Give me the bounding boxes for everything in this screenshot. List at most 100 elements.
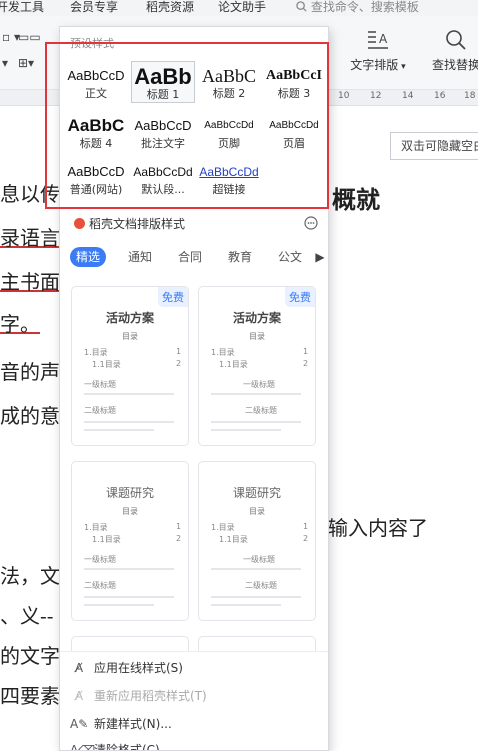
card-toc-row: 1.1目录 xyxy=(219,535,248,544)
card-title: 课题研究 xyxy=(232,486,281,500)
command-search-placeholder: 查找命令、搜索模板 xyxy=(310,0,419,14)
style-heading-4[interactable]: AaBbC 标题 4 xyxy=(64,111,128,151)
find-replace-label: 查找替换 xyxy=(431,58,478,72)
card-toc: 目录 xyxy=(122,332,138,341)
menu-docer-resources[interactable]: 稻壳资源 xyxy=(146,0,194,14)
doc-line: 音的声 xyxy=(0,360,60,384)
style-name: 普通(网站) xyxy=(69,183,123,196)
style-template-card[interactable]: 课题研究 目录 1.目录 1 1.1目录 2 一级标题 二级标题 xyxy=(71,461,189,621)
style-heading-3[interactable]: AaBbCcI 标题 3 xyxy=(262,61,326,101)
text-layout-label: 文字排版 xyxy=(350,58,399,72)
tab-contract[interactable]: 合同 xyxy=(178,247,202,267)
card-text-bar xyxy=(211,596,301,598)
card-text-bar xyxy=(211,429,281,431)
style-template-card[interactable]: 免费 活动方案 目录 1.目录 1 1.1目录 2 一级标题 二级标题 xyxy=(198,286,316,446)
card-toc-page: 2 xyxy=(176,534,182,543)
tab-featured[interactable]: 精选 xyxy=(70,247,107,267)
ruler-mark: 18 xyxy=(464,91,476,101)
tab-education[interactable]: 教育 xyxy=(228,247,252,267)
card-toc-row: 1.目录 xyxy=(211,523,235,532)
text-layout-button[interactable]: A 文字排版 ▾ xyxy=(350,28,406,73)
doc-line: 四要素 xyxy=(0,684,60,708)
card-title: 课题研究 xyxy=(105,486,154,500)
new-style-item[interactable]: A✎ 新建样式(N)... xyxy=(70,712,172,736)
doc-line: 字。 xyxy=(0,312,40,336)
clear-format-item[interactable]: A⌫清除格式(C) xyxy=(70,738,160,751)
magnifier-icon xyxy=(446,30,466,50)
doc-right-text: 输入内容了 xyxy=(328,516,428,540)
card-text-bar xyxy=(84,596,174,598)
card-text-bar xyxy=(211,393,301,395)
card-text-bar xyxy=(211,604,281,606)
card-heading-1: 一级标题 xyxy=(243,555,275,564)
text-layout-icon: A xyxy=(368,31,388,49)
ruler-mark: 16 xyxy=(434,91,446,101)
menu-paper-assistant[interactable]: 论文助手 xyxy=(218,0,266,14)
card-toc-page: 1 xyxy=(303,347,309,356)
card-text-bar xyxy=(84,429,154,431)
card-heading-2: 二级标题 xyxy=(84,406,116,415)
card-toc-page: 1 xyxy=(176,522,182,531)
style-template-card[interactable]: 课题研究 目录 1.目录 1 1.1目录 2 一级标题 二级标题 xyxy=(198,461,316,621)
card-toc-row: 1.1目录 xyxy=(92,535,121,544)
style-template-card[interactable]: 免费 活动方案 目录 1.目录 1 1.1目录 2 一级标题 二级标题 xyxy=(71,286,189,446)
tab-notice[interactable]: 通知 xyxy=(128,247,152,267)
card-toc-row: 1.目录 xyxy=(84,523,108,532)
free-badge: 免费 xyxy=(285,287,315,307)
style-normal[interactable]: AaBbCcD 正文 xyxy=(64,61,128,101)
doc-line: 法，文 xyxy=(0,564,60,588)
menu-member[interactable]: 会员专享 xyxy=(70,0,118,14)
card-toc-page: 2 xyxy=(176,359,182,368)
style-heading-2[interactable]: AaBbC 标题 2 xyxy=(197,61,261,101)
style-comment-text[interactable]: AaBbCcD 批注文字 xyxy=(131,111,195,151)
clear-format-icon: A⌫ xyxy=(70,743,96,751)
tabs-next-arrow-icon[interactable]: ▶ xyxy=(312,246,328,268)
borders-icon[interactable]: ⊞▾ xyxy=(18,56,34,70)
docer-styles-section: 稻壳文档排版样式 xyxy=(74,215,185,232)
line-spacing-icon[interactable]: ▾ xyxy=(2,56,8,70)
feedback-icon[interactable] xyxy=(304,216,318,230)
ruler-mark: 10 xyxy=(338,91,350,101)
card-text-bar xyxy=(211,568,301,570)
reapply-docer-style-item[interactable]: A̸ 重新应用稻壳样式(T) xyxy=(70,684,207,708)
card-toc-row: 1.1目录 xyxy=(219,360,248,369)
action-label: 重新应用稻壳样式(T) xyxy=(94,689,207,703)
preset-styles-header: 预设样式 xyxy=(70,37,114,50)
search-icon xyxy=(296,1,307,12)
style-heading-1[interactable]: AaBb 标题 1 xyxy=(131,61,195,103)
card-title: 活动方案 xyxy=(105,311,154,325)
apply-online-style-item[interactable]: A̸ 应用在线样式(S) xyxy=(70,656,183,680)
card-toc-row: 1.目录 xyxy=(84,348,108,357)
doc-line: 主书面 xyxy=(0,270,60,294)
docer-logo-icon xyxy=(74,218,85,229)
distributed-icon[interactable]: ▭▭ xyxy=(18,30,41,44)
style-header[interactable]: AaBbCcDd 页眉 xyxy=(262,111,326,151)
command-search[interactable]: 查找命令、搜索模板 xyxy=(296,0,419,14)
card-toc-page: 2 xyxy=(303,359,309,368)
card-heading-1: 一级标题 xyxy=(84,555,116,564)
tab-official[interactable]: 公文 xyxy=(278,247,302,267)
doc-line: 、义-- xyxy=(0,604,54,628)
doc-line: 息以传 xyxy=(0,182,60,206)
card-heading-2: 二级标题 xyxy=(245,406,277,415)
menu-developer-tools[interactable]: 开发工具 xyxy=(0,0,44,14)
docer-styles-title: 稻壳文档排版样式 xyxy=(89,217,186,231)
find-replace-button[interactable]: 查找替换 xyxy=(428,28,478,73)
style-hyperlink[interactable]: AaBbCcDd 超链接 xyxy=(197,157,261,197)
action-label: 清除格式(C) xyxy=(94,743,160,751)
style-footer[interactable]: AaBbCcDd 页脚 xyxy=(197,111,261,151)
style-default-paragraph[interactable]: AaBbCcDd 默认段... xyxy=(131,157,195,197)
hide-blank-button[interactable]: 双击可隐藏空白 xyxy=(390,132,478,160)
card-toc: 目录 xyxy=(122,507,138,516)
card-toc-row: 1.1目录 xyxy=(92,360,121,369)
card-title: 活动方案 xyxy=(232,311,281,325)
style-dropdown-panel: 预设样式 AaBbCcD 正文 AaBb 标题 1 AaBbC 标题 2 AaB… xyxy=(59,26,329,751)
card-toc-page: 1 xyxy=(303,522,309,531)
style-normal-web[interactable]: AaBbCcD 普通(网站) xyxy=(64,157,128,197)
card-heading-1: 一级标题 xyxy=(84,380,116,389)
card-heading-2: 二级标题 xyxy=(84,581,116,590)
card-text-bar xyxy=(84,393,174,395)
card-text-bar xyxy=(84,604,154,606)
card-toc: 目录 xyxy=(249,507,265,516)
action-label: 应用在线样式(S) xyxy=(94,661,183,675)
